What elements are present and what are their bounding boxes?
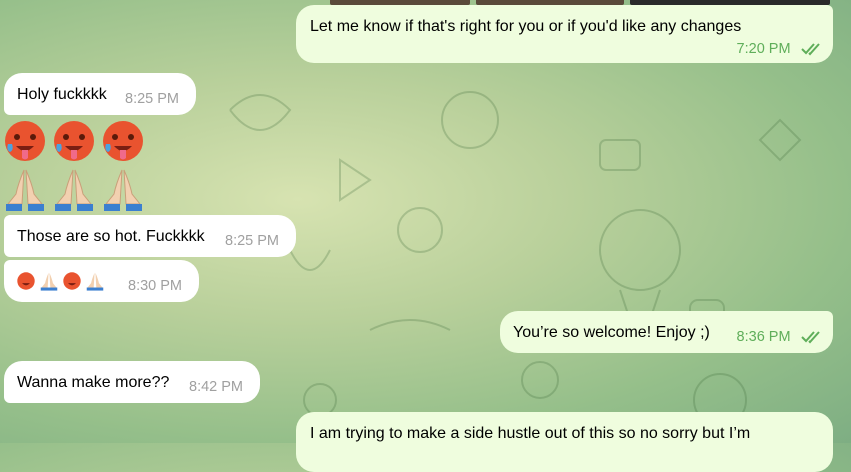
message-text: Wanna make more??: [17, 374, 170, 391]
folded-hands-emoji-icon: [40, 272, 58, 291]
double-check-icon: [801, 43, 820, 56]
folded-hands-emoji-icon: [6, 169, 44, 211]
message-text: Holy fuckkkk: [17, 86, 107, 103]
message-incoming[interactable]: Holy fuckkkk 8:25 PM: [4, 73, 196, 115]
hot-face-emoji-icon: [103, 121, 143, 161]
message-outgoing[interactable]: You’re so welcome! Enjoy ;) 8:36 PM: [500, 311, 833, 353]
message-time: 7:20 PM: [736, 41, 791, 57]
message-time: 8:25 PM: [225, 233, 279, 249]
double-check-icon: [801, 331, 820, 344]
message-text: You’re so welcome! Enjoy ;): [513, 324, 710, 341]
message-outgoing[interactable]: I am trying to make a side hustle out of…: [296, 412, 833, 472]
folded-hands-emoji-icon: [104, 169, 142, 211]
message-time: 8:36 PM: [736, 329, 791, 345]
message-time: 8:30 PM: [128, 278, 182, 294]
folded-hands-emoji-icon: [86, 272, 104, 291]
message-text: I am trying to make a side hustle out of…: [310, 425, 751, 442]
message-incoming[interactable]: Those are so hot. Fuckkkk 8:25 PM: [4, 215, 296, 257]
folded-hands-emoji-icon: [55, 169, 93, 211]
message-time: 8:25 PM: [125, 91, 179, 107]
hot-face-emoji-icon: [54, 121, 94, 161]
message-incoming[interactable]: Wanna make more?? 8:42 PM: [4, 361, 260, 403]
message-text: Let me know if that's right for you or i…: [310, 18, 742, 35]
message-text: Those are so hot. Fuckkkk: [17, 228, 205, 245]
message-time: 8:42 PM: [189, 379, 243, 395]
message-outgoing[interactable]: Let me know if that's right for you or i…: [296, 5, 833, 63]
hot-face-emoji-icon: [63, 272, 81, 290]
hot-face-emoji-icon: [17, 272, 35, 290]
emoji-message[interactable]: [2, 118, 152, 214]
hot-face-emoji-icon: [5, 121, 45, 161]
message-incoming[interactable]: 8:30 PM: [4, 260, 199, 302]
